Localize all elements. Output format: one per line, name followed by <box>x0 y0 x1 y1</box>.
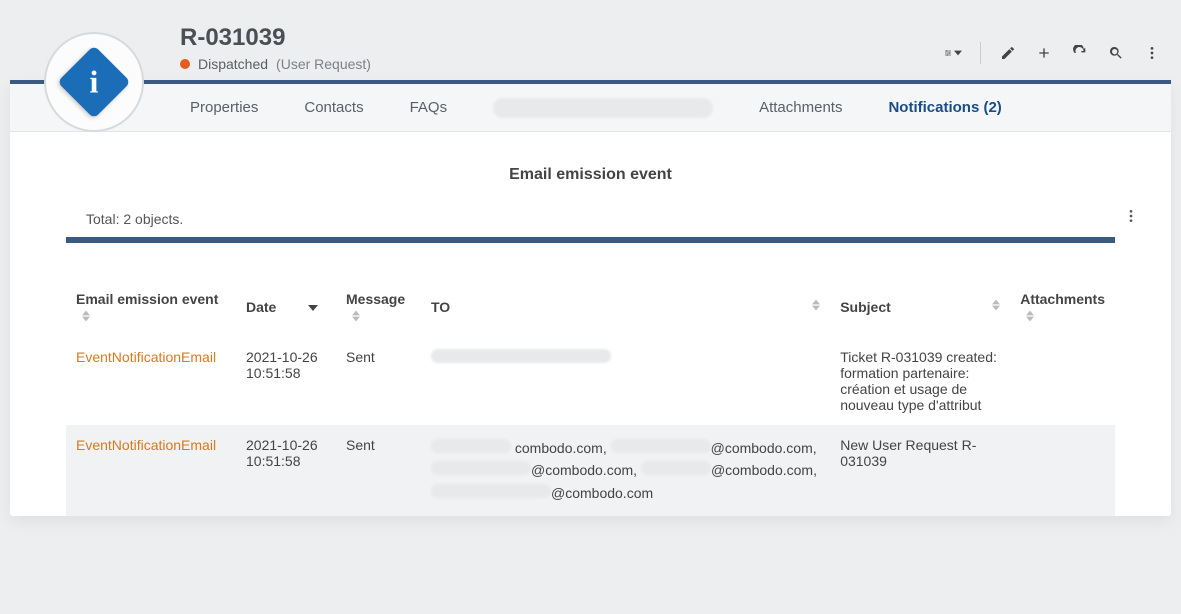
total-count: Total: 2 objects. <box>86 211 183 227</box>
caret-down-icon <box>954 45 962 61</box>
email-domain: @combodo.com, <box>711 440 817 456</box>
sort-icon <box>812 299 820 311</box>
tab-faqs[interactable]: FAQs <box>410 99 448 116</box>
message-cell: Sent <box>336 337 421 425</box>
email-domain: @combodo.com, <box>531 462 637 478</box>
date-cell: 2021-10-26 10:51:58 <box>236 337 336 425</box>
toolbar-separator <box>980 42 981 64</box>
subject-cell: Ticket R-031039 created: formation parte… <box>830 337 1010 425</box>
email-domain: @combodo.com, <box>711 462 817 478</box>
col-header-label: Email emission event <box>76 291 218 307</box>
adjust-button[interactable] <box>944 44 962 62</box>
tab-properties[interactable]: Properties <box>190 99 258 116</box>
redacted-email <box>611 439 711 453</box>
notifications-table: Email emission event Date <box>66 243 1115 516</box>
table-row: EventNotificationEmail 2021-10-26 10:51:… <box>66 337 1115 425</box>
sort-icon <box>352 310 360 322</box>
redacted-email <box>431 349 611 363</box>
object-avatar: i <box>44 32 144 132</box>
refresh-button[interactable] <box>1071 44 1089 62</box>
col-header-label: Date <box>246 299 276 315</box>
col-header-date[interactable]: Date <box>236 243 336 337</box>
event-link[interactable]: EventNotificationEmail <box>66 337 236 425</box>
status-label: Dispatched <box>198 56 268 72</box>
tab-notifications[interactable]: Notifications (2) <box>888 99 1001 116</box>
to-cell <box>421 337 830 425</box>
status-type: (User Request) <box>276 56 371 72</box>
action-toolbar <box>944 42 1161 64</box>
tab-bar: Properties Contacts FAQs Attachments Not… <box>10 84 1171 132</box>
kebab-icon <box>1123 208 1139 224</box>
tab-attachments[interactable]: Attachments <box>759 99 842 116</box>
attachments-cell <box>1010 425 1115 516</box>
sort-icon <box>1026 310 1034 322</box>
more-button[interactable] <box>1143 44 1161 62</box>
redacted-email <box>431 461 531 475</box>
col-header-attachments[interactable]: Attachments <box>1010 243 1115 337</box>
table-row: EventNotificationEmail 2021-10-26 10:51:… <box>66 425 1115 516</box>
kebab-icon <box>1144 45 1160 61</box>
edit-button[interactable] <box>999 44 1017 62</box>
subject-cell: New User Request R-031039 <box>830 425 1010 516</box>
tab-contacts[interactable]: Contacts <box>304 99 363 116</box>
col-header-subject[interactable]: Subject <box>830 243 1010 337</box>
col-header-to[interactable]: TO <box>421 243 830 337</box>
redacted-email <box>431 439 511 453</box>
status-dot-icon <box>180 59 190 69</box>
col-header-event[interactable]: Email emission event <box>66 243 236 337</box>
tab-redacted[interactable] <box>493 98 713 118</box>
col-header-label: Message <box>346 291 405 307</box>
table-more-button[interactable] <box>1123 208 1139 229</box>
main-card: Properties Contacts FAQs Attachments Not… <box>10 80 1171 516</box>
message-cell: Sent <box>336 425 421 516</box>
search-button[interactable] <box>1107 44 1125 62</box>
sort-icon <box>82 310 90 322</box>
event-link[interactable]: EventNotificationEmail <box>66 425 236 516</box>
email-domain: combodo.com, <box>515 440 607 456</box>
pencil-icon <box>1000 45 1016 61</box>
table-container: Email emission event Date <box>66 237 1115 516</box>
redacted-email <box>431 484 551 498</box>
col-header-message[interactable]: Message <box>336 243 421 337</box>
search-icon <box>1108 45 1124 61</box>
to-cell: combodo.com, @combodo.com, @combodo.com,… <box>421 425 830 516</box>
section-title: Email emission event <box>509 166 672 183</box>
sort-icon <box>992 299 1000 311</box>
col-header-label: Attachments <box>1020 291 1105 307</box>
date-cell: 2021-10-26 10:51:58 <box>236 425 336 516</box>
add-button[interactable] <box>1035 44 1053 62</box>
col-header-label: TO <box>431 299 450 315</box>
sort-desc-icon <box>308 299 318 315</box>
plus-icon <box>1036 45 1052 61</box>
redacted-email <box>641 461 711 475</box>
attachments-cell <box>1010 337 1115 425</box>
email-domain: @combodo.com <box>551 485 653 501</box>
refresh-icon <box>1072 45 1088 61</box>
col-header-label: Subject <box>840 299 891 315</box>
